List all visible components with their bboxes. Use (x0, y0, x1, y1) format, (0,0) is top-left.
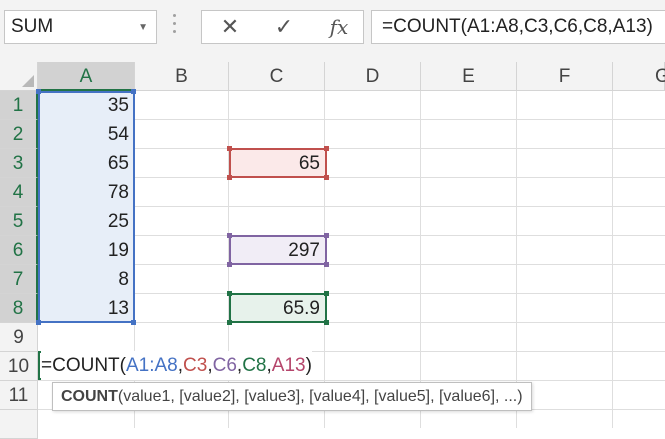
column-header-c[interactable]: C (229, 62, 325, 91)
name-box[interactable]: SUM ▼ (4, 10, 157, 44)
range-handle[interactable] (227, 291, 232, 296)
range-handle[interactable] (324, 146, 329, 151)
formula-ref-a13: A13 (271, 355, 306, 376)
row-header-9[interactable]: 9 (0, 323, 38, 352)
name-box-value: SUM (11, 16, 54, 37)
range-handle[interactable] (227, 233, 232, 238)
formula-ref-c3: C3 (183, 355, 208, 376)
row-header-11[interactable]: 11 (0, 381, 38, 410)
cell-a6[interactable]: 19 (38, 236, 134, 265)
cell-c8[interactable]: 65.9 (229, 294, 325, 323)
cell-a7[interactable]: 8 (38, 265, 134, 294)
select-all-button[interactable] (0, 62, 38, 91)
range-handle[interactable] (324, 291, 329, 296)
formula-bar-area: SUM ▼ ✕ ✓ fx =COUNT(A1:A8,C3,C6,C8,A13) (0, 0, 665, 62)
range-handle[interactable] (227, 146, 232, 151)
row-header-10[interactable]: 10 (0, 352, 38, 381)
column-header-e[interactable]: E (421, 62, 517, 91)
tooltip-arguments: (value1, [value2], [value3], [value4], [… (117, 388, 523, 405)
formula-buttons: ✕ ✓ fx (201, 10, 364, 44)
cancel-icon[interactable]: ✕ (210, 11, 250, 43)
check-icon[interactable]: ✓ (264, 11, 304, 43)
column-header-d[interactable]: D (325, 62, 421, 91)
row-header-8[interactable]: 8 (0, 294, 38, 323)
range-handle[interactable] (227, 175, 232, 180)
cell-a1[interactable]: 35 (38, 91, 134, 120)
range-handle[interactable] (227, 320, 232, 325)
formula-ref-c6: C6 (212, 355, 237, 376)
row-header-4[interactable]: 4 (0, 178, 38, 207)
row-header-1[interactable]: 1 (0, 91, 38, 120)
formula-ref-c8: C8 (242, 355, 267, 376)
formula-close-paren: ) (305, 355, 312, 376)
range-handle[interactable] (324, 320, 329, 325)
tooltip-function-name[interactable]: COUNT (61, 388, 118, 405)
formula-input[interactable]: =COUNT(A1:A8,C3,C6,C8,A13) (371, 10, 665, 44)
formula-function: =COUNT( (41, 355, 126, 376)
drag-handle-icon[interactable] (173, 14, 177, 42)
row-header-2[interactable]: 2 (0, 120, 38, 149)
formula-ref-a1-a8: A1:A8 (125, 355, 178, 376)
column-header-b[interactable]: B (135, 62, 229, 91)
range-handle[interactable] (324, 233, 329, 238)
range-handle[interactable] (227, 262, 232, 267)
cell-a8[interactable]: 13 (38, 294, 134, 323)
cell-a2[interactable]: 54 (38, 120, 134, 149)
row-header-7[interactable]: 7 (0, 265, 38, 294)
cell-a5[interactable]: 25 (38, 207, 134, 236)
cell-editor-formula[interactable]: =COUNT(A1:A8,C3,C6,C8,A13) (41, 351, 312, 380)
row-header-12[interactable] (0, 410, 38, 439)
cell-a3[interactable]: 65 (38, 149, 134, 178)
range-handle[interactable] (324, 175, 329, 180)
column-header-g[interactable]: G (613, 62, 665, 91)
row-header-6[interactable]: 6 (0, 236, 38, 265)
chevron-down-icon[interactable]: ▼ (138, 12, 148, 44)
insert-function-icon[interactable]: fx (319, 11, 359, 43)
cell-c6[interactable]: 297 (229, 236, 325, 265)
function-tooltip: COUNT(value1, [value2], [value3], [value… (52, 382, 532, 411)
range-handle[interactable] (324, 262, 329, 267)
column-header-a[interactable]: A (38, 62, 135, 91)
cell-c3[interactable]: 65 (229, 149, 325, 178)
row-header-3[interactable]: 3 (0, 149, 38, 178)
cell-a4[interactable]: 78 (38, 178, 134, 207)
row-header-5[interactable]: 5 (0, 207, 38, 236)
column-header-f[interactable]: F (517, 62, 613, 91)
